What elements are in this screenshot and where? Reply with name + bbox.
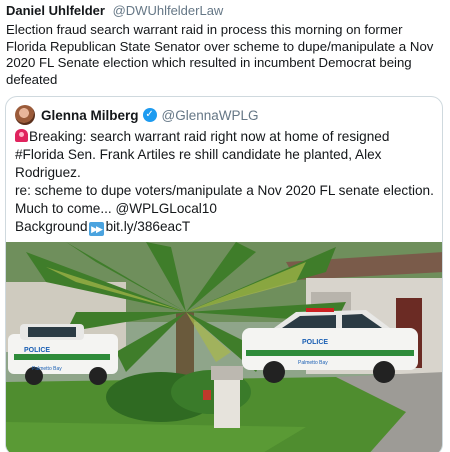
quoted-author-name[interactable]: Glenna Milberg [41, 108, 139, 123]
right-car-town-text: Palmetto Bay [298, 360, 328, 366]
fast-forward-icon: ▶▶ [88, 222, 104, 236]
quoted-author-handle[interactable]: @GlennaWPLG [162, 108, 259, 123]
quoted-text-scheme-line: re: scheme to dupe voters/manipulate a N… [15, 183, 434, 216]
tweet-author-handle[interactable]: @DWUhlfelderLaw [113, 3, 224, 18]
left-car-town-text: Palmetto Bay [32, 366, 62, 372]
quoted-tweet-header[interactable]: Glenna Milberg ✓ @GlennaWPLG [15, 105, 259, 125]
tweet[interactable]: Daniel Uhlfelder @DWUhlfelderLaw Electio… [0, 0, 450, 452]
avatar[interactable] [15, 105, 35, 125]
quoted-tweet-text: Breaking: search warrant raid right now … [15, 128, 439, 236]
tweet-author-row[interactable]: Daniel Uhlfelder @DWUhlfelderLaw [6, 3, 223, 19]
quoted-tweet-card[interactable]: Glenna Milberg ✓ @GlennaWPLG Breaking: s… [5, 96, 443, 452]
quoted-tweet-photo[interactable]: POLICE Palmetto Bay POLICE Palmetto Bay [6, 242, 443, 452]
breaking-text: Breaking: search warrant raid right now … [15, 129, 390, 180]
quoted-text-background-line: Background ▶▶ bit.ly/386eacT [15, 218, 439, 236]
left-car-police-text: POLICE [24, 347, 50, 354]
background-label: Background [15, 219, 88, 234]
tweet-author-name[interactable]: Daniel Uhlfelder [6, 3, 105, 18]
right-car-police-text: POLICE [302, 339, 328, 346]
tweet-text: Election fraud search warrant raid in pr… [6, 22, 434, 87]
quoted-text-breaking-line: Breaking: search warrant raid right now … [15, 128, 439, 182]
verified-badge-icon: ✓ [142, 108, 157, 122]
background-link[interactable]: bit.ly/386eacT [106, 219, 191, 234]
police-siren-icon [15, 129, 28, 142]
